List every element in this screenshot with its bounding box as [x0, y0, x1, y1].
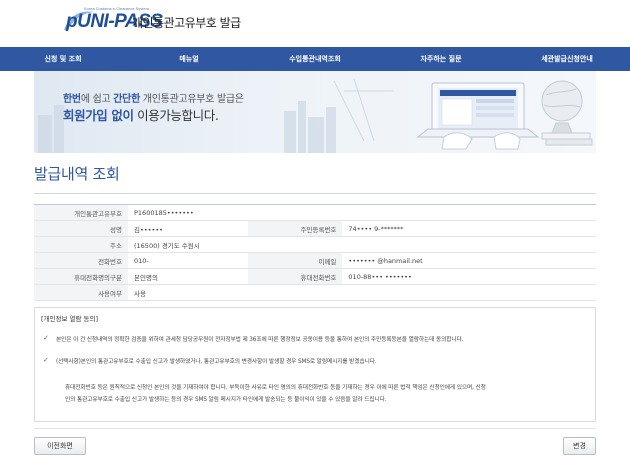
table-row: 전화번호 010- 이메일 ••••••• @hanmail.net	[34, 252, 596, 269]
check-icon[interactable]: ✓	[43, 357, 49, 364]
promo-banner: 한번에 쉽고 간단한 개인통관고유부호 발급은 회원가입 없이 이용가능합니다.	[34, 71, 596, 153]
consent-row-sms: ✓ (선택사항)본인의 통관고유부호로 수출입 신고가 발생하였거나, 통관고유…	[43, 356, 377, 366]
banner-word-available: 이용가능합니다.	[133, 108, 219, 123]
notice-line-2: 인의 통관고유부호로 수출입 신고가 발생하는 등의 경우 SMS 알림 메시지…	[65, 397, 387, 403]
consent-rrn-text: 본인은 이 건 신청내역의 정확한 검증을 위하여 관세청 담당공무원이 전자정…	[56, 337, 464, 343]
issuance-info-table: 개인통관고유부호 P1600185••••••• 성명 김•••••• 주민등록…	[34, 204, 596, 301]
banner-word-easy: 에 쉽고	[80, 94, 114, 105]
banner-word-once: 한번	[63, 94, 81, 105]
phone-value: 010-	[128, 252, 249, 269]
consent-heading: [개인정보 열람 동의]	[41, 315, 99, 323]
consent-sms-text: (선택사항)본인의 통관고유부호로 수출입 신고가 발생하였거나, 통관고유부호…	[56, 359, 377, 365]
main-nav: 신청 및 조회 매뉴얼 수입통관내역조회 자주하는 질문 세관발급신청안내	[0, 47, 630, 71]
change-button[interactable]: 변경	[563, 437, 596, 455]
nav-customs-guide[interactable]: 세관발급신청안내	[504, 47, 630, 71]
banner-headline: 한번에 쉽고 간단한 개인통관고유부호 발급은	[63, 90, 244, 105]
name-value: 김••••••	[128, 220, 249, 237]
mobile-label: 휴대전화번호	[248, 268, 343, 285]
email-value: ••••••• @hanmail.net	[342, 252, 596, 269]
table-row: 개인통관고유부호 P1600185•••••••	[34, 204, 596, 221]
banner-word-issue: 개인통관고유부호 발급은	[139, 94, 244, 105]
banner-word-simple: 간단한	[113, 94, 140, 105]
phone-label: 전화번호	[34, 252, 128, 269]
table-row: 사용여부 사용	[34, 284, 596, 301]
address-value: (16500) 경기도 수원시	[128, 236, 596, 253]
title-divider	[34, 193, 596, 194]
email-label: 이메일	[248, 252, 343, 269]
page-header-title: 개인통관고유부호 발급	[132, 16, 241, 30]
use-value: 사용	[128, 284, 596, 301]
banner-subline: 회원가입 없이 이용가능합니다.	[63, 105, 219, 124]
page-title: 발급내역 조회	[34, 165, 120, 183]
use-label: 사용여부	[34, 284, 128, 301]
table-row: 주소 (16500) 경기도 수원시	[34, 236, 596, 253]
mobile-value: 010-88••• •••••••	[342, 268, 596, 285]
banner-word-no-signup: 회원가입 없이	[63, 108, 134, 123]
address-label: 주소	[34, 236, 128, 253]
consent-row-rrn: ✓ 본인은 이 건 신청내역의 정확한 검증을 위하여 관세청 담당공무원이 전…	[43, 334, 464, 344]
rrn-value: 74•••• 9-*******	[342, 220, 596, 237]
nav-import-clearance[interactable]: 수입통관내역조회	[252, 47, 378, 71]
check-icon[interactable]: ✓	[43, 335, 49, 342]
owner-label: 휴대전화명의구분	[34, 268, 128, 285]
nav-apply-inquiry[interactable]: 신청 및 조회	[0, 47, 126, 71]
rrn-label: 주민등록번호	[248, 220, 343, 237]
consent-box: [개인정보 열람 동의] ✓ 본인은 이 건 신청내역의 정확한 검증을 위하여…	[34, 307, 596, 422]
table-row: 성명 김•••••• 주민등록번호 74•••• 9-*******	[34, 220, 596, 237]
footer-divider	[34, 428, 596, 429]
header: Korea Customs e-Clearance System pUNI-PA…	[0, 0, 630, 46]
previous-screen-button[interactable]: 이전화면	[34, 437, 86, 455]
unipass-logo[interactable]: Korea Customs e-Clearance System pUNI-PA…	[64, 6, 163, 38]
name-label: 성명	[34, 220, 128, 237]
notice-line-1: 휴대전화번호 등은 원칙적으로 신청인 본인의 것을 기재하여야 합니다. 부득…	[65, 385, 486, 391]
nav-manual[interactable]: 매뉴얼	[126, 47, 252, 71]
code-label: 개인통관고유부호	[34, 204, 128, 221]
code-value: P1600185•••••••	[128, 204, 596, 221]
nav-faq[interactable]: 자주하는 질문	[378, 47, 504, 71]
table-row: 휴대전화명의구분 본인명의 휴대전화번호 010-88••• •••••••	[34, 268, 596, 285]
owner-value: 본인명의	[128, 268, 249, 285]
